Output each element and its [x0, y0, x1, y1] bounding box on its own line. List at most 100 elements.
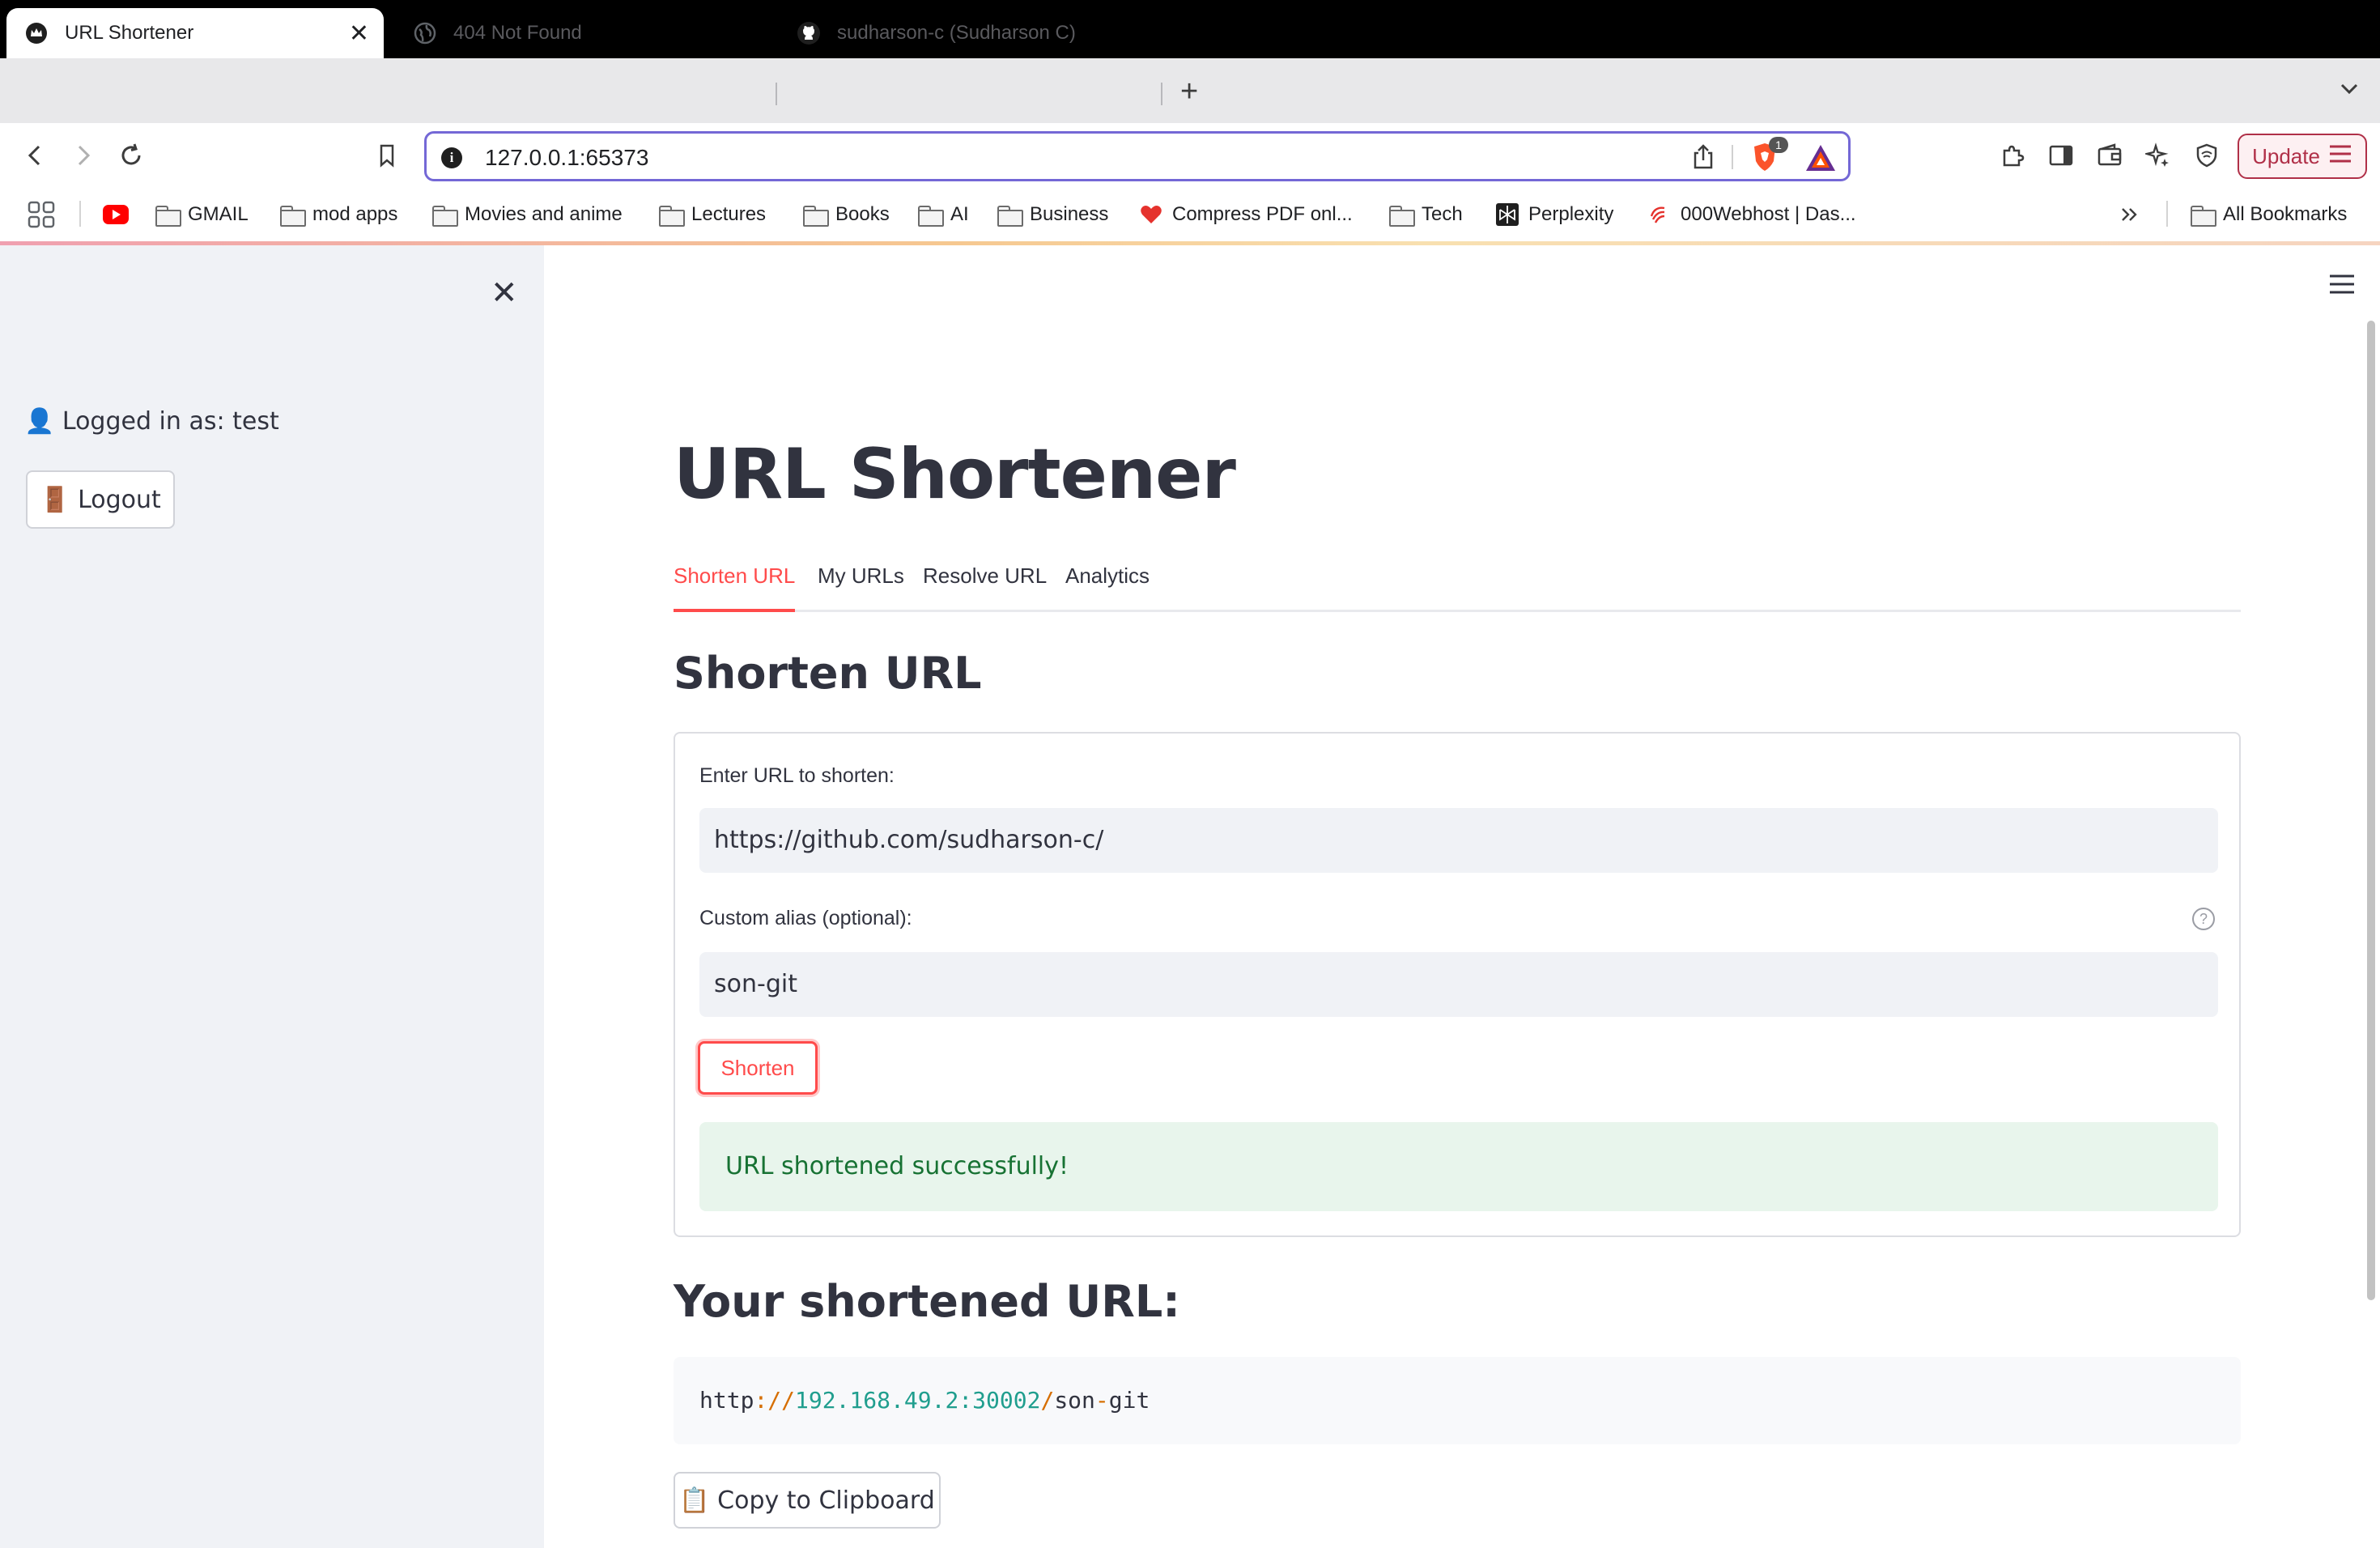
- section-heading: Shorten URL: [674, 648, 982, 699]
- folder-icon: [155, 206, 181, 227]
- webhost-icon: [1648, 203, 1671, 226]
- bookmark-label: Lectures: [691, 203, 767, 225]
- hamburger-menu-icon[interactable]: [2328, 272, 2356, 300]
- streamlit-crown-icon: [24, 21, 49, 45]
- wallet-icon[interactable]: [2095, 141, 2124, 170]
- site-info-icon[interactable]: i: [441, 147, 462, 168]
- url-field-label: Enter URL to shorten:: [699, 764, 895, 787]
- bookmark-separator: [2166, 201, 2168, 227]
- scrollbar[interactable]: [2367, 321, 2375, 1300]
- heart-pdf-icon: [1140, 203, 1162, 226]
- folder-icon: [1389, 206, 1415, 227]
- bookmark-label: All Bookmarks: [2223, 203, 2348, 225]
- tab-github-profile[interactable]: sudharson-c (Sudharson C): [780, 8, 1153, 58]
- shield-count-badge: 1: [1769, 137, 1788, 153]
- bookmark-mod-apps[interactable]: mod apps: [280, 186, 397, 243]
- update-button[interactable]: Update: [2238, 134, 2367, 179]
- bookmark-perplexity[interactable]: Perplexity: [1496, 186, 1613, 243]
- alias-input[interactable]: son-git: [699, 952, 2218, 1017]
- url-path-part: son: [1054, 1387, 1095, 1414]
- bookmark-page-icon[interactable]: [372, 141, 402, 170]
- tab-title: 404 Not Found: [453, 22, 582, 44]
- sidebar-toggle-icon[interactable]: [2046, 141, 2076, 170]
- bookmark-lectures[interactable]: Lectures: [659, 186, 766, 243]
- url-colon: :: [754, 1387, 768, 1414]
- bookmark-books[interactable]: Books: [803, 186, 890, 243]
- shorten-button[interactable]: Shorten: [698, 1041, 818, 1095]
- result-heading: Your shortened URL:: [674, 1276, 1180, 1327]
- bookmark-label: mod apps: [312, 203, 398, 225]
- bookmark-movies-and-anime[interactable]: Movies and anime: [432, 186, 623, 243]
- back-arrow-icon[interactable]: [21, 141, 50, 170]
- url-path-slash: /: [1040, 1387, 1055, 1414]
- all-bookmarks[interactable]: All Bookmarks: [2191, 186, 2347, 243]
- copy-to-clipboard-button[interactable]: 📋 Copy to Clipboard: [674, 1472, 941, 1529]
- address-bar[interactable]: i 127.0.0.1:65373 1: [424, 131, 1851, 181]
- apps-grid-icon[interactable]: [28, 186, 55, 243]
- url-host: 192.168.49.2:30002: [795, 1387, 1041, 1414]
- more-bookmarks-chevron-icon[interactable]: [2119, 186, 2140, 243]
- url-path-part: git: [1108, 1387, 1150, 1414]
- forward-arrow-icon[interactable]: [68, 141, 97, 170]
- folder-icon: [432, 206, 458, 227]
- update-label: Update: [2252, 143, 2320, 168]
- folder-icon: [280, 206, 306, 227]
- bookmark-label: Perplexity: [1528, 203, 1614, 225]
- bookmark-compress-pdf[interactable]: Compress PDF onl...: [1140, 186, 1353, 243]
- leo-ai-sparkle-icon[interactable]: [2144, 141, 2173, 170]
- logout-button[interactable]: 🚪 Logout: [26, 470, 175, 529]
- close-tab-icon[interactable]: ✕: [349, 19, 369, 48]
- new-tab-plus-icon[interactable]: +: [1180, 74, 1198, 109]
- bookmark-label: GMAIL: [188, 203, 249, 225]
- page-title: URL Shortener: [674, 434, 1236, 515]
- vpn-shield-icon[interactable]: [2192, 141, 2221, 170]
- tab-separator: [1161, 83, 1162, 105]
- tab-resolve-url[interactable]: Resolve URL: [923, 563, 1047, 612]
- url-path-dash: -: [1094, 1387, 1109, 1414]
- bookmark-000webhost[interactable]: 000Webhost | Das...: [1648, 186, 1856, 243]
- bookmark-gmail[interactable]: GMAIL: [155, 186, 249, 243]
- url-scheme: http: [699, 1387, 754, 1414]
- bookmark-label: Compress PDF onl...: [1172, 203, 1353, 225]
- bookmark-business[interactable]: Business: [997, 186, 1108, 243]
- help-question-icon[interactable]: ?: [2192, 908, 2215, 930]
- extensions-puzzle-icon[interactable]: [1998, 141, 2027, 170]
- tab-title: URL Shortener: [65, 22, 194, 44]
- globe-icon: [413, 21, 437, 45]
- bookmark-label: AI: [950, 203, 969, 225]
- perplexity-icon: [1496, 203, 1519, 226]
- share-icon[interactable]: [1691, 144, 1715, 174]
- folder-icon: [918, 206, 944, 227]
- bookmark-separator: [79, 201, 81, 227]
- close-sidebar-icon[interactable]: ✕: [491, 274, 518, 312]
- folder-icon: [2191, 206, 2216, 227]
- tab-url-shortener[interactable]: URL Shortener ✕: [6, 8, 384, 58]
- success-alert: URL shortened successfully!: [699, 1122, 2218, 1211]
- tab-404-not-found[interactable]: 404 Not Found: [395, 8, 767, 58]
- tab-bar: Shorten URL My URLs Resolve URL Analytic…: [674, 557, 2241, 612]
- short-url-code-block[interactable]: http://192.168.49.2:30002/son-git: [674, 1357, 2241, 1444]
- bookmark-label: Tech: [1422, 203, 1463, 225]
- github-icon: [797, 21, 821, 45]
- bookmarks-bar: GMAIL mod apps Movies and anime Lectures…: [0, 186, 2380, 243]
- tab-shorten-url[interactable]: Shorten URL: [674, 563, 796, 612]
- chevron-down-icon[interactable]: [2338, 78, 2361, 104]
- logged-in-user-text: 👤 Logged in as: test: [24, 407, 279, 436]
- reload-icon[interactable]: [117, 141, 146, 170]
- tab-separator: [776, 83, 777, 105]
- tab-title: sudharson-c (Sudharson C): [837, 22, 1076, 44]
- url-input[interactable]: https://github.com/sudharson-c/: [699, 808, 2218, 873]
- bookmark-tech[interactable]: Tech: [1389, 186, 1463, 243]
- tab-my-urls[interactable]: My URLs: [818, 563, 904, 612]
- brave-rewards-icon[interactable]: [1804, 143, 1837, 176]
- tab-analytics[interactable]: Analytics: [1065, 563, 1150, 612]
- alias-field-label: Custom alias (optional):: [699, 907, 912, 929]
- url-slashes: //: [767, 1387, 796, 1414]
- address-divider: [1732, 145, 1733, 169]
- bookmark-label: Business: [1030, 203, 1109, 225]
- bookmark-label: Books: [835, 203, 890, 225]
- bookmark-ai[interactable]: AI: [918, 186, 969, 243]
- folder-icon: [803, 206, 829, 227]
- youtube-icon[interactable]: [102, 186, 130, 243]
- address-text[interactable]: 127.0.0.1:65373: [485, 145, 648, 171]
